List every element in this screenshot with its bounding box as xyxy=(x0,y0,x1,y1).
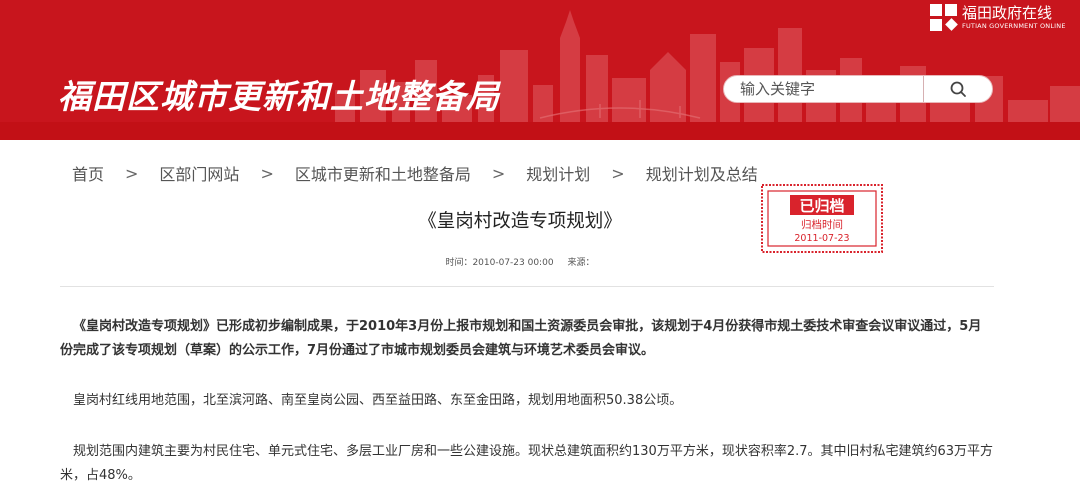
stamp-date: 2011-07-23 xyxy=(794,233,849,244)
breadcrumb-separator: > xyxy=(125,163,139,183)
search-box xyxy=(723,75,993,103)
breadcrumb-bureau[interactable]: 区城市更新和土地整备局 xyxy=(295,161,471,185)
publish-time: 时间：2010-07-23 00:00 xyxy=(445,258,554,268)
search-icon xyxy=(950,81,966,97)
futian-logo-icon xyxy=(930,4,958,32)
header-banner: 福田区城市更新和土地整备局 福田政府在线 FUTIAN GOVERNMENT O… xyxy=(0,0,1080,140)
article-title: 《皇岗村改造专项规划》 xyxy=(418,211,622,232)
breadcrumb-separator: > xyxy=(260,163,274,183)
search-button[interactable] xyxy=(923,76,992,102)
article-paragraph-2: 皇岗村红线用地范围，北至滨河路、南至皇岗公园、西至益田路、东至金田路，规划用地面… xyxy=(73,393,683,408)
breadcrumb-separator: > xyxy=(491,163,506,183)
breadcrumb-separator: > xyxy=(611,163,625,183)
portal-name: 福田政府在线 xyxy=(962,4,1053,22)
article-paragraph-1: 《皇岗村改造专项规划》已形成初步编制成果，于2010年3月份上报市规划和国土资源… xyxy=(60,319,982,358)
breadcrumb-planning-summary[interactable]: 规划计划及总结 xyxy=(646,161,758,185)
divider xyxy=(60,286,994,287)
portal-logo[interactable]: 福田政府在线 FUTIAN GOVERNMENT ONLINE xyxy=(930,2,1066,34)
article-meta: 时间：2010-07-23 00:00 来源： xyxy=(0,255,1040,268)
article-paragraph-3: 规划范围内建筑主要为村民住宅、单元式住宅、多层工业厂房和一些公建设施。现状总建筑… xyxy=(60,444,994,483)
portal-name-en: FUTIAN GOVERNMENT ONLINE xyxy=(962,22,1066,30)
site-title: 福田区城市更新和土地整备局 xyxy=(58,77,500,116)
article-source: 来源： xyxy=(567,258,595,268)
breadcrumb-planning[interactable]: 规划计划 xyxy=(526,161,590,185)
breadcrumb-home[interactable]: 首页 xyxy=(72,161,104,185)
breadcrumb-district-sites[interactable]: 区部门网站 xyxy=(159,161,239,185)
breadcrumb: 首页 > 区部门网站 > 区城市更新和土地整备局 > 规划计划 > 规划计划及总… xyxy=(72,161,758,185)
search-input[interactable] xyxy=(724,76,940,102)
